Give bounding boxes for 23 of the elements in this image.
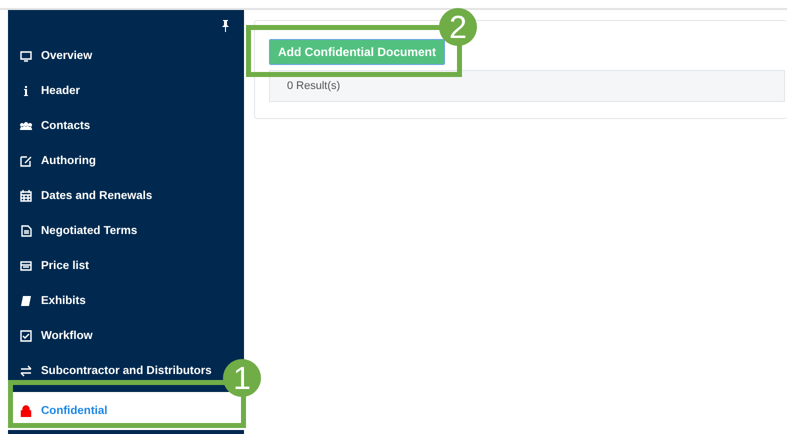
lock-icon [20, 405, 32, 417]
checkbox-icon [20, 330, 32, 342]
callout-badge: 1 [223, 359, 261, 397]
sidebar-item[interactable]: Exhibits [8, 283, 88, 318]
sidebar-item[interactable]: Dates and Renewals [8, 178, 154, 213]
sidebar-item[interactable]: Price list [8, 248, 91, 283]
edit-icon [20, 154, 32, 166]
sidebar-item[interactable]: Negotiated Terms [8, 213, 140, 248]
callout-badge: 2 [439, 8, 477, 46]
arrows-icon [20, 364, 32, 376]
people-icon [20, 120, 32, 132]
sidebar-item[interactable]: Overview [8, 38, 94, 73]
pin-icon[interactable] [221, 20, 230, 32]
sidebar-item[interactable]: Authoring [8, 143, 98, 178]
monitor-icon [20, 50, 32, 62]
sidebar-item[interactable]: Subcontractor and Distributors [8, 353, 214, 388]
document-icon [20, 224, 32, 236]
sidebar-item[interactable]: Contacts [8, 108, 92, 143]
sidebar-item[interactable]: Workflow [8, 318, 95, 353]
card-icon [20, 260, 32, 272]
sidebar-item[interactable]: Header [8, 73, 82, 108]
calendar-icon [20, 190, 32, 202]
results-count: 0 Result(s) [287, 80, 340, 92]
